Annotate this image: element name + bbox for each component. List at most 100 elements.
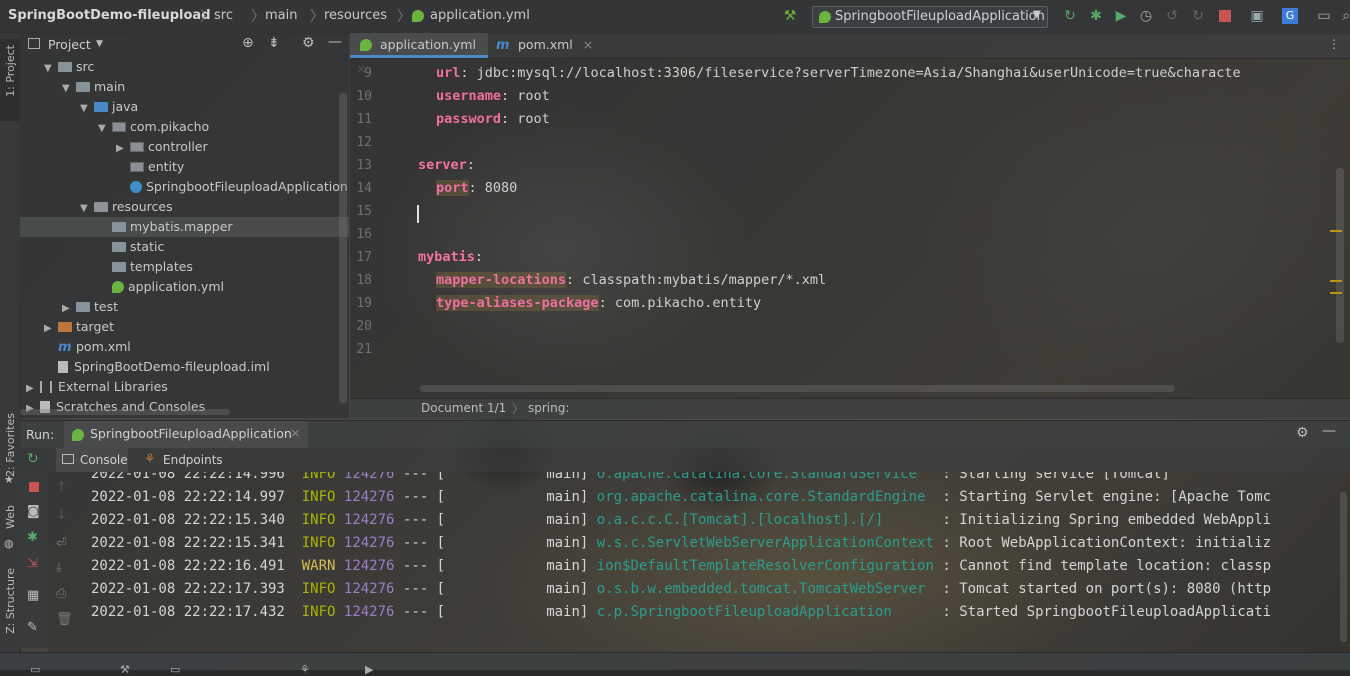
log-separator: --- [ [394,512,547,528]
web-tool-label[interactable]: Web [4,505,17,529]
breadcrumb-file[interactable]: application.yml [430,8,530,23]
tree-item-label: java [112,99,139,114]
minimize-icon[interactable]: — [328,34,342,50]
project-tool-tab[interactable]: 1: Project [0,39,20,121]
editor-scrollbar[interactable] [1336,168,1344,343]
structure-tool-label[interactable]: Z: Structure [4,568,17,634]
expand-arrow-icon[interactable]: ▼ [98,119,112,139]
tab-endpoints[interactable]: ⚘ Endpoints [140,448,226,472]
console-scrollbar[interactable] [1340,492,1347,642]
rerun-icon[interactable]: ↻ [1062,8,1078,24]
code-editor[interactable]: 9 url: jdbc:mysql://localhost:3306/filese… [350,58,1350,398]
build-tab[interactable]: ⚒ [120,663,130,676]
run-tab[interactable]: SpringbootFileuploadApplication × [64,421,308,448]
project-panel-title[interactable]: Project [48,37,91,52]
minimize-icon[interactable]: — [1322,423,1336,439]
translate-icon[interactable]: G [1282,8,1298,24]
line-number: 13 [356,158,372,173]
collapse-all-icon[interactable]: ⇟ [268,35,280,51]
hammer-build-icon[interactable]: ⚒ [782,8,798,24]
close-icon[interactable]: × [290,425,300,440]
tree-item[interactable]: templates [20,257,349,277]
project-structure-icon[interactable]: ▣ [1249,8,1265,24]
log-logger: org.apache.catalina.core.StandardEngine [596,489,934,505]
chevron-down-icon[interactable]: ▼ [96,39,103,49]
terminal-tab[interactable]: ▭ [30,663,40,676]
tree-item[interactable]: ▼ src [20,57,349,77]
tree-item[interactable]: ▼ main [20,77,349,97]
tree-item[interactable]: mybatis.mapper [20,217,349,237]
tree-item[interactable]: entity [20,157,349,177]
yaml-colon: : [501,111,510,127]
expand-arrow-icon[interactable]: ▼ [44,59,58,79]
breadcrumb-project[interactable]: SpringBootDemo-fileupload [8,8,211,23]
tree-item[interactable]: ▼ java [20,97,349,117]
rerun-icon[interactable]: ↻ [27,451,39,467]
tree-item[interactable]: SpringBootDemo-fileupload.iml [20,357,349,377]
tree-item[interactable]: ▶ controller [20,137,349,157]
tree-item[interactable]: ▼ resources [20,197,349,217]
log-separator [285,472,302,482]
tree-item-label: SpringbootFileuploadApplication [146,179,348,194]
run-tab-bottom[interactable]: ▶ [365,663,373,676]
tree-item[interactable]: application.yml [20,277,349,297]
tree-item[interactable]: SpringbootFileuploadApplication [20,177,349,197]
tree-item[interactable]: ▶ test [20,297,349,317]
editor-hscrollbar[interactable] [420,385,1175,392]
tree-item[interactable]: m pom.xml [20,337,349,357]
tab-pom-xml[interactable]: m pom.xml × [496,33,606,58]
yaml-path[interactable]: spring: [528,401,569,415]
locate-icon[interactable]: ⊕ [242,35,254,51]
tree-item[interactable]: ▶ target [20,317,349,337]
gear-icon[interactable]: ⚙ [302,35,315,51]
debug-bug-icon[interactable]: ✱ [1088,8,1104,24]
collapse-arrow-icon[interactable]: ▶ [62,299,76,319]
terminal-icon[interactable]: ▭ [1316,8,1332,24]
camera-icon[interactable]: ◙ [27,504,40,519]
tree-item[interactable]: static [20,237,349,257]
update-icon[interactable]: ↺ [1164,8,1180,24]
yaml-value: jdbc:mysql://localhost:3306/fileservice?… [468,65,1241,81]
layout-icon[interactable]: ▦ [27,588,39,603]
log-pid: 124276 [343,472,395,482]
collapse-arrow-icon[interactable]: ▶ [116,139,130,159]
stop-icon[interactable] [1219,10,1231,22]
expand-arrow-icon[interactable]: ▼ [80,99,94,119]
spring-tab[interactable]: ⚘ [300,663,310,676]
run-config-dropdown[interactable]: SpringbootFileuploadApplication ▼ [812,6,1048,28]
log-separator [335,535,343,551]
tab-console[interactable]: Console [56,448,128,472]
log-pid: 124276 [343,535,395,551]
tab-list-icon[interactable]: ⋮ [1328,37,1340,51]
expand-arrow-icon[interactable]: ▼ [80,199,94,219]
package-icon [112,122,126,132]
console-output[interactable]: 2022-01-08 22:22:14.996 INFO 124276 --- … [48,472,1350,652]
restart-icon[interactable]: ↻ [1190,8,1206,24]
exit-icon[interactable]: ⇲ [27,556,38,571]
breadcrumb-resources[interactable]: resources [324,8,387,23]
yaml-key: mybatis [418,249,475,265]
log-timestamp: 2022-01-08 22:22:17.432 [91,604,285,620]
log-separator: ] [579,512,597,528]
collapse-arrow-icon[interactable]: ▶ [26,379,40,399]
expand-arrow-icon[interactable]: ▼ [62,79,76,99]
search-icon[interactable]: ⌕ [1338,8,1350,24]
tab-application-yml[interactable]: application.yml × [350,33,488,76]
gear-icon[interactable]: ⚙ [1296,425,1309,441]
services-tab[interactable]: ▭ [170,663,180,676]
debug-icon[interactable]: ✱ [27,530,38,545]
tree-scrollbar[interactable] [339,93,347,403]
stop-icon[interactable] [29,482,39,492]
collapse-arrow-icon[interactable]: ▶ [44,319,58,339]
tree-item[interactable]: ▼ com.pikacho [20,117,349,137]
coverage-icon[interactable]: ▶ [1113,8,1129,24]
breadcrumb-main[interactable]: main [265,8,297,23]
profiler-icon[interactable]: ◷ [1138,8,1154,24]
close-icon[interactable]: × [583,37,593,52]
tree-hscrollbar[interactable] [20,409,230,415]
pin-icon[interactable]: ✎ [27,620,38,635]
document-indicator[interactable]: Document 1/1 [421,401,506,415]
breadcrumb-src[interactable]: src [214,8,233,23]
tree-item[interactable]: ▶ External Libraries [20,377,349,397]
favorites-tool-label[interactable]: 2: Favorites [4,413,17,477]
